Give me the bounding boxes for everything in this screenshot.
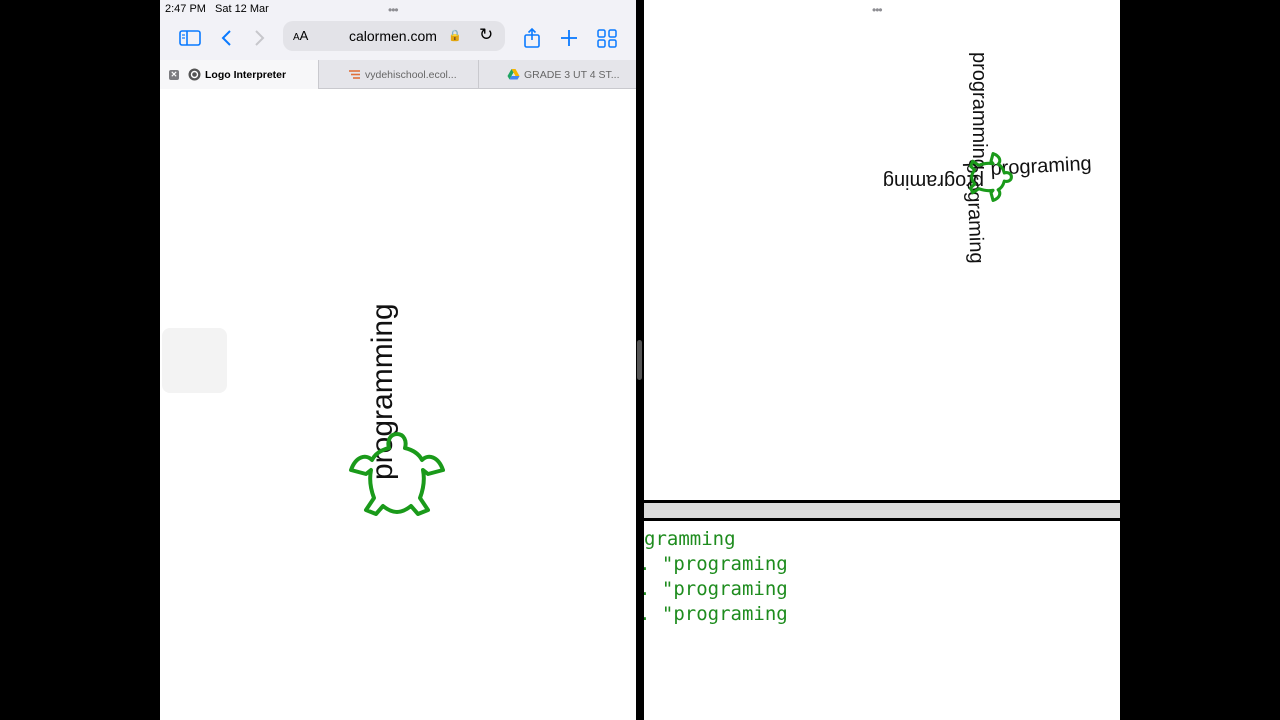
tab-bar: ✕ Logo Interpreter vydehischool.ecol... … — [160, 60, 636, 89]
tab-label: Logo Interpreter — [205, 68, 287, 81]
close-tab-icon[interactable]: ✕ — [169, 69, 179, 80]
tab-grade-3[interactable]: GRADE 3 UT 4 ST... — [478, 60, 636, 89]
logo-canvas-left[interactable]: programming — [160, 90, 636, 720]
address-bar[interactable]: AA calormen.com 🔒 ↻ — [283, 21, 505, 51]
split-drag-handle[interactable] — [637, 340, 642, 380]
tab-label: GRADE 3 UT 4 ST... — [524, 68, 620, 81]
reader-text-size-button[interactable]: AA — [293, 28, 308, 43]
multitask-menu-icon[interactable]: ••• — [872, 3, 883, 17]
logo-canvas-right[interactable]: ••• programming programing programing pr… — [644, 0, 1120, 500]
forward-chevron-icon[interactable] — [247, 26, 271, 50]
reload-icon[interactable]: ↻ — [479, 25, 493, 45]
floating-button[interactable] — [162, 328, 227, 393]
code-line: . "programing — [644, 603, 788, 625]
logo-interpreter-favicon-icon — [188, 68, 201, 81]
right-browser-pane: ••• programming programing programing pr… — [644, 0, 1120, 720]
sidebar-icon[interactable] — [178, 26, 202, 50]
back-chevron-icon[interactable] — [215, 26, 239, 50]
left-browser-pane: 2:47 PM Sat 12 Mar ••• AA calormen.com 🔒… — [160, 0, 636, 720]
tab-logo-interpreter[interactable]: ✕ Logo Interpreter — [160, 60, 318, 89]
turtle-icon — [969, 152, 1013, 202]
multitask-menu-icon[interactable]: ••• — [388, 3, 399, 17]
share-icon[interactable] — [520, 26, 544, 50]
split-screen: 2:47 PM Sat 12 Mar ••• AA calormen.com 🔒… — [160, 0, 1120, 720]
new-tab-plus-icon[interactable] — [557, 26, 581, 50]
url-text[interactable]: calormen.com — [349, 28, 437, 44]
pane-separator-bar[interactable] — [644, 500, 1120, 521]
ecole-favicon-icon — [349, 70, 360, 79]
code-line: . "programing — [644, 553, 788, 575]
tab-overview-icon[interactable] — [595, 26, 619, 50]
turtle-icon — [349, 432, 445, 516]
tab-label: vydehischool.ecol... — [365, 68, 457, 81]
code-line: . "programing — [644, 578, 788, 600]
lock-icon: 🔒 — [448, 30, 462, 42]
browser-toolbar: AA calormen.com 🔒 ↻ — [160, 18, 636, 60]
code-line: gramming — [644, 528, 736, 550]
status-time: 2:47 PM — [165, 3, 206, 15]
code-editor[interactable]: gramming . "programing . "programing . "… — [644, 521, 1120, 720]
status-date: Sat 12 Mar — [215, 3, 269, 15]
tab-vydehischool[interactable]: vydehischool.ecol... — [318, 60, 478, 89]
status-bar: 2:47 PM Sat 12 Mar ••• — [160, 0, 636, 18]
google-drive-icon — [507, 69, 520, 80]
